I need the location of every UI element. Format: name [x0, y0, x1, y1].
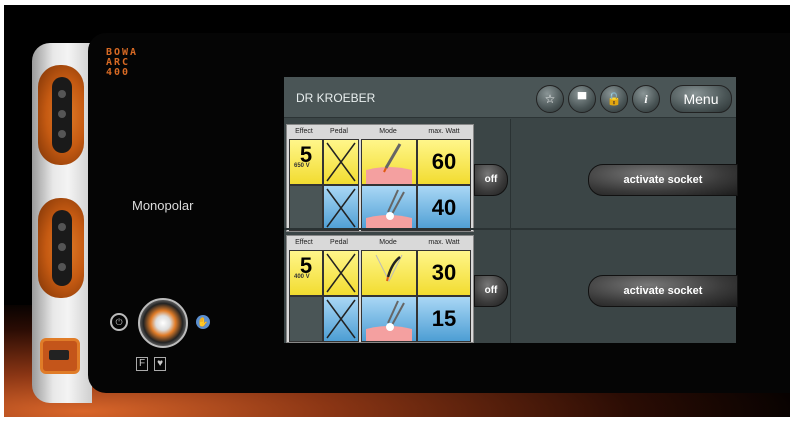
- channel-2-settings-panel: Effect Pedal Mode max. Watt 5 400 V 30 1…: [286, 235, 474, 343]
- header-pedal: Pedal: [330, 239, 348, 246]
- menu-button[interactable]: Menu: [670, 85, 732, 113]
- header-mode: Mode: [379, 239, 397, 246]
- power-button[interactable]: [138, 298, 188, 348]
- touch-screen: DR KROEBER ☆ ▀ 🔓 i Menu Effect Pedal Mod…: [284, 77, 738, 343]
- f-type-icon: F: [136, 357, 149, 371]
- channel-2: Effect Pedal Mode max. Watt 5 400 V 30 1…: [284, 235, 738, 343]
- activate-socket-button[interactable]: activate socket: [588, 275, 738, 307]
- off-button[interactable]: off: [474, 164, 508, 196]
- effect-button-cut[interactable]: 5 650 V: [289, 139, 323, 185]
- mode-button-cut[interactable]: [361, 139, 417, 185]
- coag-mode-icon: [366, 300, 412, 341]
- header-mode: Mode: [379, 128, 397, 135]
- coag-mode-icon: [366, 189, 412, 230]
- channel-divider: [284, 228, 736, 230]
- mode-button-coag[interactable]: [361, 185, 417, 231]
- off-button[interactable]: off: [474, 275, 508, 307]
- device-side-panel: [32, 43, 92, 403]
- pedal-cross-icon: [326, 253, 356, 293]
- defib-proof-icon: ♥: [154, 357, 167, 371]
- pedal-button-cut[interactable]: [323, 250, 359, 296]
- header-max-watt: max. Watt: [428, 239, 460, 246]
- pedal-button-coag[interactable]: [323, 296, 359, 342]
- mode-label: Monopolar: [132, 198, 194, 213]
- pedal-cross-icon: [326, 188, 356, 228]
- max-watt-coag[interactable]: 15: [417, 296, 471, 342]
- handpiece-icon: ✋: [196, 315, 210, 329]
- unlock-icon[interactable]: 🔓: [600, 85, 628, 113]
- header-pedal: Pedal: [330, 128, 348, 135]
- info-icon[interactable]: i: [632, 85, 660, 113]
- channel-1-settings-panel: Effect Pedal Mode max. Watt 5 650 V 60 4…: [286, 124, 474, 232]
- pedal-cross-icon: [326, 299, 356, 339]
- effect-empty-coag: [289, 185, 323, 231]
- symbol-row: F ♥: [136, 357, 167, 371]
- screen-header: DR KROEBER ☆ ▀ 🔓 i Menu: [284, 77, 736, 118]
- socket-port-1: [38, 65, 84, 165]
- standby-icon: ⏻: [110, 313, 128, 331]
- pedal-cross-icon: [326, 142, 356, 182]
- header-max-watt: max. Watt: [428, 128, 460, 135]
- socket-port-2: [38, 198, 84, 298]
- monitor-icon[interactable]: ▀: [568, 85, 596, 113]
- channel-1: Effect Pedal Mode max. Watt 5 650 V 60 4…: [284, 124, 738, 232]
- cut-mode-icon: [366, 143, 412, 184]
- effect-empty-coag: [289, 296, 323, 342]
- user-title: DR KROEBER: [296, 91, 376, 105]
- brand-logo: BOWA ARC 400: [106, 47, 139, 78]
- voltage-label: 400 V: [294, 274, 310, 280]
- cut-mode-icon: [375, 254, 403, 283]
- neutral-electrode-socket: [40, 338, 80, 374]
- max-watt-coag[interactable]: 40: [417, 185, 471, 231]
- activate-socket-button[interactable]: activate socket: [588, 164, 738, 196]
- effect-button-cut[interactable]: 5 400 V: [289, 250, 323, 296]
- star-icon[interactable]: ☆: [536, 85, 564, 113]
- voltage-label: 650 V: [294, 163, 310, 169]
- mode-button-cut[interactable]: [361, 250, 417, 296]
- pedal-button-cut[interactable]: [323, 139, 359, 185]
- pedal-button-coag[interactable]: [323, 185, 359, 231]
- max-watt-cut[interactable]: 30: [417, 250, 471, 296]
- max-watt-cut[interactable]: 60: [417, 139, 471, 185]
- mode-button-coag[interactable]: [361, 296, 417, 342]
- header-effect: Effect: [295, 128, 313, 135]
- header-effect: Effect: [295, 239, 313, 246]
